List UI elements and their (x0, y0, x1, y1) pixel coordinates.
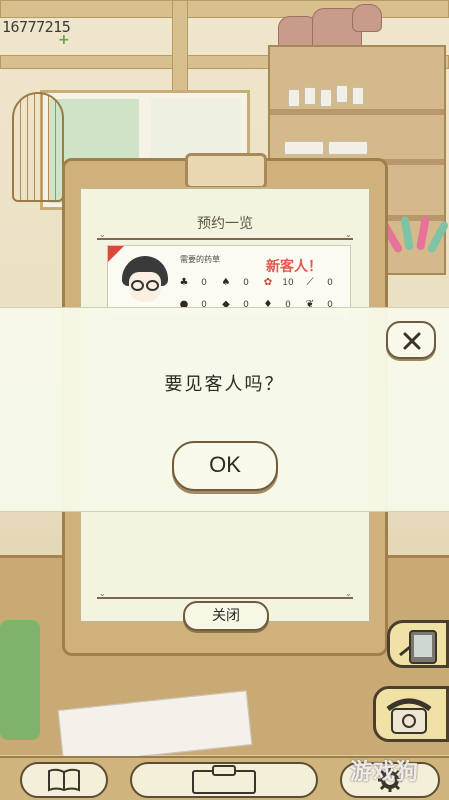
herb-count: 0 (327, 278, 333, 288)
herb-item: ♠ 0 (220, 277, 262, 289)
herb-item: ✿ 10 (262, 277, 304, 289)
sprout-herb-icon: ♠ (221, 277, 231, 288)
dialog-message: 要见客人吗？ (164, 374, 285, 395)
herb-count: 10 (282, 278, 294, 288)
clipboard-clip (185, 153, 267, 189)
birdcage (12, 92, 64, 202)
leaf-herb-icon: ♣ (179, 277, 189, 288)
add-money-icon[interactable]: + (58, 32, 72, 48)
clipboard-icon (192, 765, 256, 794)
guest-avatar (122, 256, 168, 306)
herb-item: ♣ 0 (178, 277, 220, 289)
herb-item: ⟋ 0 (304, 277, 346, 289)
potted-plant (0, 620, 40, 740)
book-button[interactable] (20, 762, 108, 798)
panel-title: 预约一览 (197, 216, 253, 232)
bottom-divider (97, 597, 353, 599)
branch-herb-icon: ⟋ (306, 277, 314, 288)
close-button[interactable]: 关闭 (183, 601, 269, 631)
tablet-icon (399, 630, 437, 664)
herb-count: 0 (201, 278, 207, 288)
close-icon (403, 332, 421, 350)
herb-count: 0 (243, 278, 249, 288)
title-divider (97, 238, 353, 240)
confirm-dialog: 要见客人吗？ OK (0, 307, 449, 512)
clay-pot (352, 4, 382, 32)
telephone-icon (386, 698, 432, 734)
watermark-logo: 游戏狗 (350, 760, 420, 785)
side-tablet-button[interactable] (387, 620, 449, 668)
dialog-close-button[interactable] (386, 321, 436, 359)
herb-row: ♣ 0 ♠ 0 ✿ 10 ⟋ 0 (178, 272, 346, 294)
side-phone-button[interactable] (373, 686, 449, 742)
flower-bundle (379, 212, 449, 262)
book-icon (48, 768, 80, 792)
required-herbs-label: 需要的药草 (180, 255, 220, 264)
clipboard-button[interactable] (130, 762, 318, 798)
ok-button[interactable]: OK (172, 441, 278, 491)
red-flower-herb-icon: ✿ (263, 277, 273, 288)
